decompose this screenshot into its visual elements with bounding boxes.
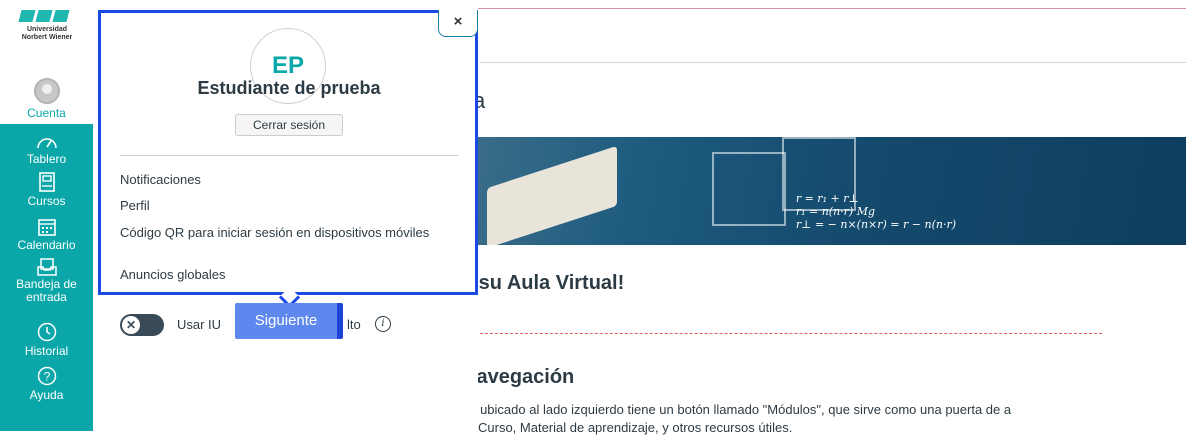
avatar [33, 78, 60, 104]
link-global-announcements[interactable]: Anuncios globales [120, 267, 226, 282]
banner-formula: r = r₁ + r⊥ r₁ = n(n·r) Mg r⊥ = − n×(n×r… [795, 192, 956, 231]
navigation-paragraph-line1: ón ubicado al lado izquierdo tiene un bo… [462, 402, 1012, 417]
calendar-icon [37, 219, 56, 236]
nav-help[interactable]: ? Ayuda [0, 366, 93, 402]
nav-account-label: Cuenta [27, 106, 66, 120]
global-navigation: Universidad Norbert Wiener Cuenta Tablero… [0, 0, 93, 431]
close-tray-button[interactable]: × [438, 10, 478, 37]
logo-text: Universidad Norbert Wiener [21, 26, 73, 41]
link-profile[interactable]: Perfil [120, 198, 150, 213]
logo-mark [18, 10, 90, 22]
dashed-divider [470, 333, 1102, 334]
tour-next-button[interactable]: Siguiente [235, 303, 343, 339]
dashboard-icon [36, 138, 57, 149]
header-divider [480, 62, 1186, 63]
navigation-heading: Navegación [462, 366, 575, 388]
toggle-label: Usar IU [177, 317, 222, 332]
nav-help-label: Ayuda [29, 388, 64, 402]
nav-dashboard[interactable]: Tablero [0, 134, 93, 166]
inbox-icon [36, 258, 57, 276]
nav-calendar-label: Calendario [17, 238, 76, 252]
courses-icon [38, 172, 55, 192]
navigation-paragraph-line2: Curso, Material de aprendizaje, y otros … [478, 420, 793, 435]
link-qr-code[interactable]: Código QR para iniciar sesión en disposi… [120, 224, 460, 241]
nav-courses-label: Cursos [27, 194, 66, 208]
nav-courses[interactable]: Cursos [0, 172, 93, 208]
nav-history[interactable]: Historial [0, 322, 93, 358]
university-logo[interactable]: Universidad Norbert Wiener [4, 10, 90, 42]
info-icon[interactable]: i [375, 316, 391, 332]
grid-shape [712, 152, 786, 226]
ui-toggle[interactable]: ✕ [120, 314, 164, 336]
nav-inbox-label: Bandeja de entrada [16, 277, 77, 304]
nav-calendar[interactable]: Calendario [0, 218, 93, 252]
tray-divider [120, 155, 458, 156]
help-icon: ? [37, 366, 56, 386]
toggle-off-icon: ✕ [122, 316, 140, 334]
user-name: Estudiante de prueba [197, 78, 381, 98]
history-icon [37, 322, 56, 342]
logout-button[interactable]: Cerrar sesión [235, 114, 343, 136]
nav-dashboard-label: Tablero [26, 152, 67, 166]
link-notifications[interactable]: Notificaciones [120, 172, 201, 187]
nav-history-label: Historial [24, 344, 69, 358]
svg-text:?: ? [43, 370, 50, 384]
nav-account[interactable]: Cuenta [0, 78, 93, 120]
book-illustration [487, 145, 617, 245]
toggle-label-end: lto [347, 317, 361, 332]
nav-inbox[interactable]: Bandeja de entrada [0, 258, 93, 304]
welcome-heading: a su Aula Virtual! [462, 272, 625, 294]
course-banner-image: r = r₁ + r⊥ r₁ = n(n·r) Mg r⊥ = − n×(n×r… [462, 137, 1186, 245]
